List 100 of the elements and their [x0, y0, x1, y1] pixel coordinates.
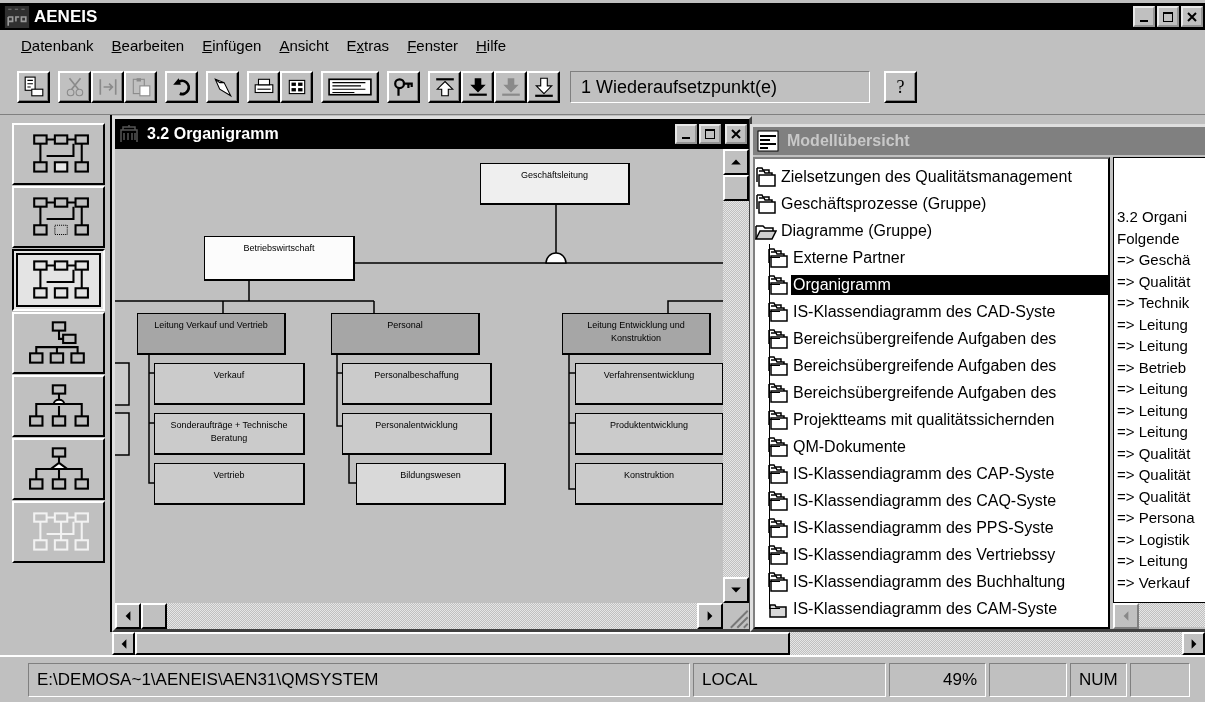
window-title: AENEIS: [34, 6, 98, 27]
tree-item[interactable]: IS-Klassendiagramm des Vertriebssy: [755, 541, 1108, 568]
menu-item[interactable]: Extras: [337, 36, 399, 54]
org-box[interactable]: Leitung Verkauf und Vertrieb: [137, 313, 286, 355]
close-button[interactable]: [725, 124, 747, 144]
scroll-left-button[interactable]: [115, 603, 141, 629]
stacked-folder-icon: [767, 327, 789, 350]
maximize-icon: [704, 128, 716, 140]
tree-item[interactable]: Bereichsübergreifende Aufgaben des: [755, 325, 1108, 352]
maximize-button[interactable]: [699, 124, 721, 144]
menu-item[interactable]: Hilfe: [467, 36, 516, 54]
status-pane: E:\DEMOSA~1\AENEIS\AEN31\QMSYSTEM: [28, 662, 690, 697]
org-box[interactable]: Personalbeschaffung: [342, 363, 492, 405]
detail-line: => Qualität: [1117, 271, 1192, 292]
minimize-button[interactable]: [675, 124, 697, 144]
menu-item[interactable]: Einfügen: [193, 36, 271, 54]
org-box[interactable]: Leitung Entwicklung und Konstruktion: [562, 313, 711, 355]
menu-item[interactable]: Fenster: [398, 36, 467, 54]
tree-item[interactable]: IS-Klassendiagramm des CAM-Syste: [755, 595, 1108, 622]
detail-line: => Logistik: [1117, 529, 1191, 550]
minimize-button[interactable]: [1133, 6, 1155, 27]
tree-item[interactable]: IS-Klassendiagramm des PPS-Syste: [755, 514, 1108, 541]
menu-item[interactable]: Bearbeiten: [102, 36, 194, 54]
minimize-icon: [682, 137, 690, 139]
tree-item[interactable]: IS-Klassendiagramm des CAD-Syste: [755, 298, 1108, 325]
org-box[interactable]: Konstruktion: [575, 463, 723, 505]
move-up-button[interactable]: [428, 71, 461, 103]
org-box[interactable]: Geschäftsleitung: [480, 163, 630, 205]
tree-item[interactable]: Bereichsübergreifende Aufgaben des: [755, 352, 1108, 379]
key-button[interactable]: [387, 71, 420, 103]
stacked-folder-icon: [767, 435, 789, 458]
move-down-icon: [499, 76, 522, 98]
minimize-icon: [1140, 20, 1148, 22]
move-down-button[interactable]: [461, 71, 494, 103]
scroll-thumb[interactable]: [723, 175, 749, 201]
org-chart-icon: [27, 383, 90, 429]
detail-line: => Geschä: [1117, 250, 1192, 270]
scroll-thumb[interactable]: [141, 603, 167, 629]
scroll-down-button[interactable]: [723, 577, 749, 603]
status-pane: LOCAL: [693, 662, 886, 697]
detail-line: => Leitung: [1117, 379, 1189, 399]
connector-line: [555, 204, 557, 254]
detail-line: => Qualität: [1117, 486, 1192, 507]
maximize-button[interactable]: [1157, 6, 1179, 27]
maximize-icon: [1162, 10, 1174, 23]
tree-item[interactable]: Externe Partner: [755, 244, 1108, 271]
close-button[interactable]: [1181, 6, 1203, 27]
detail-line: => Leitung: [1117, 551, 1189, 571]
org-box[interactable]: Personal: [331, 313, 480, 355]
tree-item[interactable]: IS-Klassendiagramm des CAP-Syste: [755, 460, 1108, 487]
org-box[interactable]: Verfahrensentwicklung: [575, 363, 723, 405]
status-field: 1 Wiederaufsetzpunkt(e): [570, 71, 870, 103]
scroll-up-button[interactable]: [723, 149, 749, 175]
org-box[interactable]: Bildungswesen: [356, 463, 506, 505]
stacked-folder-icon: [767, 381, 789, 404]
scroll-thumb[interactable]: [135, 632, 790, 655]
scroll-right-button[interactable]: [697, 603, 723, 629]
tree-item[interactable]: Bereichsübergreifende Aufgaben des: [755, 379, 1108, 406]
list-icon: [757, 130, 779, 152]
scroll-right-button[interactable]: [1182, 632, 1205, 655]
detail-line: => Qualität: [1117, 443, 1192, 464]
stacked-folder-icon: [767, 354, 789, 377]
text-button[interactable]: [321, 71, 379, 103]
stacked-folder-icon: [767, 543, 789, 566]
print-button[interactable]: [247, 71, 280, 103]
detail-line: => Qualität: [1117, 465, 1192, 485]
document-button[interactable]: [17, 71, 50, 103]
undo-button[interactable]: [165, 71, 198, 103]
org-box[interactable]: Produktentwicklung: [575, 413, 723, 455]
org-box[interactable]: Verkauf: [154, 363, 305, 405]
layout-button[interactable]: [12, 249, 105, 311]
close-icon: [1186, 10, 1198, 23]
stacked-folder-icon: [767, 408, 789, 431]
tree-item[interactable]: Geschäftsprozesse (Gruppe): [755, 190, 1108, 217]
menu-item[interactable]: Datenbank: [12, 36, 103, 54]
status-pane: 49%: [889, 662, 986, 697]
tree-item[interactable]: IS-Klassendiagramm des CAQ-Syste: [755, 487, 1108, 514]
org-box[interactable]: Betriebswirtschaft: [204, 236, 355, 281]
menu-item[interactable]: Ansicht: [270, 36, 338, 54]
move-icon: [96, 76, 119, 98]
grid-button[interactable]: [280, 71, 313, 103]
scroll-left-button[interactable]: [112, 632, 135, 655]
download-button[interactable]: [527, 71, 560, 103]
detail-line: => Persona: [1117, 508, 1196, 528]
org-box[interactable]: Personalentwicklung: [342, 413, 492, 455]
org-box[interactable]: Sonderaufträge + Technische Beratung: [154, 413, 305, 455]
window-title: 3.2 Organigramm: [147, 125, 279, 143]
stacked-folder-icon: [767, 516, 789, 539]
building-icon: [119, 124, 139, 144]
download-icon: [532, 76, 555, 98]
tree-item[interactable]: QM-Dokumente: [755, 433, 1108, 460]
tree-item[interactable]: IS-Klassendiagramm des Buchhaltung: [755, 568, 1108, 595]
tree-item[interactable]: Projektteams mit qualitätssichernden: [755, 406, 1108, 433]
help-button[interactable]: ?: [884, 71, 917, 103]
tree-item[interactable]: Zielsetzungen des Qualitätsmanagement: [755, 163, 1108, 190]
org-box[interactable]: Vertrieb: [154, 463, 305, 505]
text-icon: [328, 76, 372, 98]
detail-line: Folgende: [1117, 228, 1181, 249]
tree-item[interactable]: Diagramme (Gruppe): [755, 217, 1108, 244]
filter-button[interactable]: [206, 71, 239, 103]
